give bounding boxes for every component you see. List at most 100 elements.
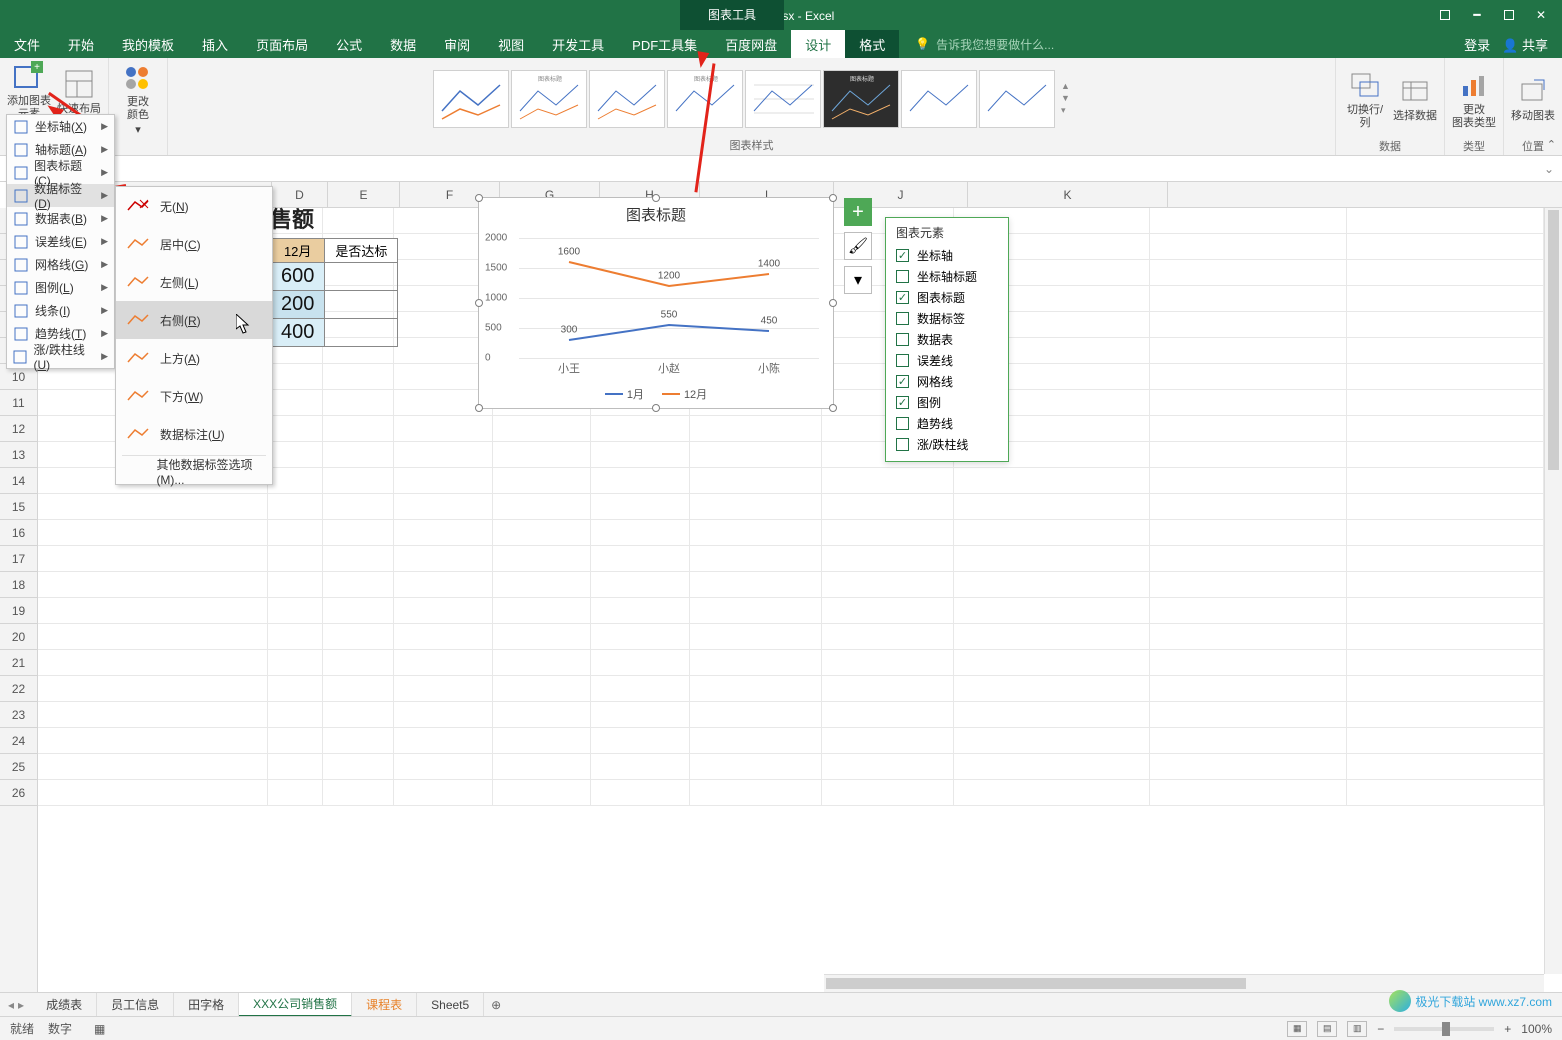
change-chart-type-button[interactable]: 更改 图表类型 (1451, 62, 1497, 136)
menu-坐标轴[interactable]: 坐标轴(X)▶ (7, 115, 114, 138)
row-12[interactable]: 12 (0, 416, 37, 442)
zoom-in-icon[interactable]: + (1504, 1022, 1511, 1036)
submenu-右侧[interactable]: 右侧(R) (116, 301, 272, 339)
chart-legend[interactable]: 1月 12月 (479, 386, 833, 402)
tab-nav-first-icon[interactable]: ◂ (8, 998, 14, 1012)
zoom-slider[interactable] (1394, 1027, 1494, 1031)
sheet-tab-1[interactable]: 员工信息 (97, 993, 174, 1017)
tab-design[interactable]: 设计 (791, 30, 845, 58)
submenu-左侧[interactable]: 左侧(L) (116, 263, 272, 301)
change-colors-button[interactable]: 更改 颜色▾ (115, 64, 161, 138)
collapse-ribbon-icon[interactable]: ⌃ (1547, 138, 1556, 151)
tab-data[interactable]: 数据 (376, 30, 430, 58)
chart-title[interactable]: 图表标题 (479, 198, 833, 225)
row-23[interactable]: 23 (0, 702, 37, 728)
ce-趋势线[interactable]: 趋势线 (886, 413, 1008, 434)
chart-style-8[interactable] (979, 70, 1055, 128)
menu-数据标签[interactable]: 数据标签(D)▶ (7, 184, 114, 207)
tab-templates[interactable]: 我的模板 (108, 30, 188, 58)
ce-图表标题[interactable]: ✓图表标题 (886, 287, 1008, 308)
style-scroll-down-icon[interactable]: ▼ (1061, 93, 1070, 103)
row-18[interactable]: 18 (0, 572, 37, 598)
chart-plot-area[interactable]: 0500100015002000小王小赵小陈300550450160012001… (519, 238, 819, 358)
submenu-more-options[interactable]: 其他数据标签选项(M)... (116, 458, 272, 484)
vertical-scrollbar[interactable] (1544, 208, 1562, 974)
tab-layout[interactable]: 页面布局 (242, 30, 322, 58)
chart-style-6[interactable]: 图表标题 (823, 70, 899, 128)
macro-record-icon[interactable]: ▦ (94, 1022, 105, 1036)
submenu-数据标注[interactable]: 数据标注(U) (116, 415, 272, 453)
chart-filter-button[interactable]: ▾ (844, 266, 872, 294)
submenu-无[interactable]: 无(N) (116, 187, 272, 225)
switch-row-column-button[interactable]: 切换行/列 (1342, 62, 1388, 136)
embedded-chart[interactable]: 图表标题 0500100015002000小王小赵小陈3005504501600… (478, 197, 834, 409)
row-20[interactable]: 20 (0, 624, 37, 650)
row-11[interactable]: 11 (0, 390, 37, 416)
tab-formulas[interactable]: 公式 (322, 30, 376, 58)
tab-format[interactable]: 格式 (845, 30, 899, 58)
normal-view-icon[interactable]: ▦ (1287, 1021, 1307, 1037)
tab-view[interactable]: 视图 (484, 30, 538, 58)
ce-涨/跌柱线[interactable]: 涨/跌柱线 (886, 434, 1008, 455)
ce-数据标签[interactable]: 数据标签 (886, 308, 1008, 329)
close-icon[interactable]: ✕ (1534, 8, 1548, 22)
row-13[interactable]: 13 (0, 442, 37, 468)
chart-style-7[interactable] (901, 70, 977, 128)
chart-style-3[interactable] (589, 70, 665, 128)
tab-file[interactable]: 文件 (0, 30, 54, 58)
add-chart-element-menu[interactable]: 坐标轴(X)▶轴标题(A)▶图表标题(C)▶数据标签(D)▶数据表(B)▶误差线… (6, 114, 115, 369)
zoom-level[interactable]: 100% (1521, 1022, 1552, 1036)
row-16[interactable]: 16 (0, 520, 37, 546)
chart-style-4[interactable]: 图表标题 (667, 70, 743, 128)
row-22[interactable]: 22 (0, 676, 37, 702)
chart-styles-button[interactable]: 🖌 (844, 232, 872, 260)
page-break-view-icon[interactable]: ▥ (1347, 1021, 1367, 1037)
sheet-tab-4[interactable]: 课程表 (352, 993, 417, 1017)
row-17[interactable]: 17 (0, 546, 37, 572)
tab-pdf[interactable]: PDF工具集 (618, 30, 711, 58)
row-14[interactable]: 14 (0, 468, 37, 494)
tab-developer[interactable]: 开发工具 (538, 30, 618, 58)
chart-style-1[interactable] (433, 70, 509, 128)
add-sheet-button[interactable]: ⊕ (484, 993, 508, 1017)
chart-style-2[interactable]: 图表标题 (511, 70, 587, 128)
chart-elements-button[interactable]: + (844, 198, 872, 226)
restore-icon[interactable] (1502, 8, 1516, 22)
menu-涨/跌柱线[interactable]: 涨/跌柱线(U)▶ (7, 345, 114, 368)
sheet-tab-3[interactable]: XXX公司销售额 (239, 993, 352, 1017)
submenu-上方[interactable]: 上方(A) (116, 339, 272, 377)
ce-误差线[interactable]: 误差线 (886, 350, 1008, 371)
page-layout-view-icon[interactable]: ▤ (1317, 1021, 1337, 1037)
row-24[interactable]: 24 (0, 728, 37, 754)
sheet-tab-2[interactable]: 田字格 (174, 993, 239, 1017)
expand-formula-bar-icon[interactable]: ⌄ (1544, 162, 1554, 176)
move-chart-button[interactable]: 移动图表 (1510, 62, 1556, 136)
tab-insert[interactable]: 插入 (188, 30, 242, 58)
tab-review[interactable]: 审阅 (430, 30, 484, 58)
ribbon-options-icon[interactable] (1438, 8, 1452, 22)
select-data-button[interactable]: 选择数据 (1392, 62, 1438, 136)
ce-网格线[interactable]: ✓网格线 (886, 371, 1008, 392)
col-K[interactable]: K (968, 182, 1168, 207)
tell-me-search[interactable]: 💡 告诉我您想要做什么... (899, 30, 1464, 58)
row-25[interactable]: 25 (0, 754, 37, 780)
row-26[interactable]: 26 (0, 780, 37, 806)
ce-数据表[interactable]: 数据表 (886, 329, 1008, 350)
chart-elements-panel[interactable]: 图表元素 ✓坐标轴坐标轴标题✓图表标题数据标签数据表误差线✓网格线✓图例趋势线涨… (885, 217, 1009, 462)
ce-坐标轴标题[interactable]: 坐标轴标题 (886, 266, 1008, 287)
share-button[interactable]: 👤 共享 (1502, 35, 1548, 54)
data-labels-submenu[interactable]: 无(N)居中(C)左侧(L)右侧(R)上方(A)下方(W)数据标注(U)其他数据… (115, 186, 273, 485)
menu-数据表[interactable]: 数据表(B)▶ (7, 207, 114, 230)
submenu-下方[interactable]: 下方(W) (116, 377, 272, 415)
tab-baidu[interactable]: 百度网盘 (711, 30, 791, 58)
menu-图例[interactable]: 图例(L)▶ (7, 276, 114, 299)
style-scroll-up-icon[interactable]: ▲ (1061, 81, 1070, 91)
tab-nav-prev-icon[interactable]: ▸ (18, 998, 24, 1012)
style-more-icon[interactable]: ▾ (1061, 105, 1070, 116)
ce-坐标轴[interactable]: ✓坐标轴 (886, 245, 1008, 266)
sheet-tab-5[interactable]: Sheet5 (417, 993, 484, 1017)
row-21[interactable]: 21 (0, 650, 37, 676)
login-link[interactable]: 登录 (1464, 35, 1490, 54)
row-19[interactable]: 19 (0, 598, 37, 624)
row-15[interactable]: 15 (0, 494, 37, 520)
